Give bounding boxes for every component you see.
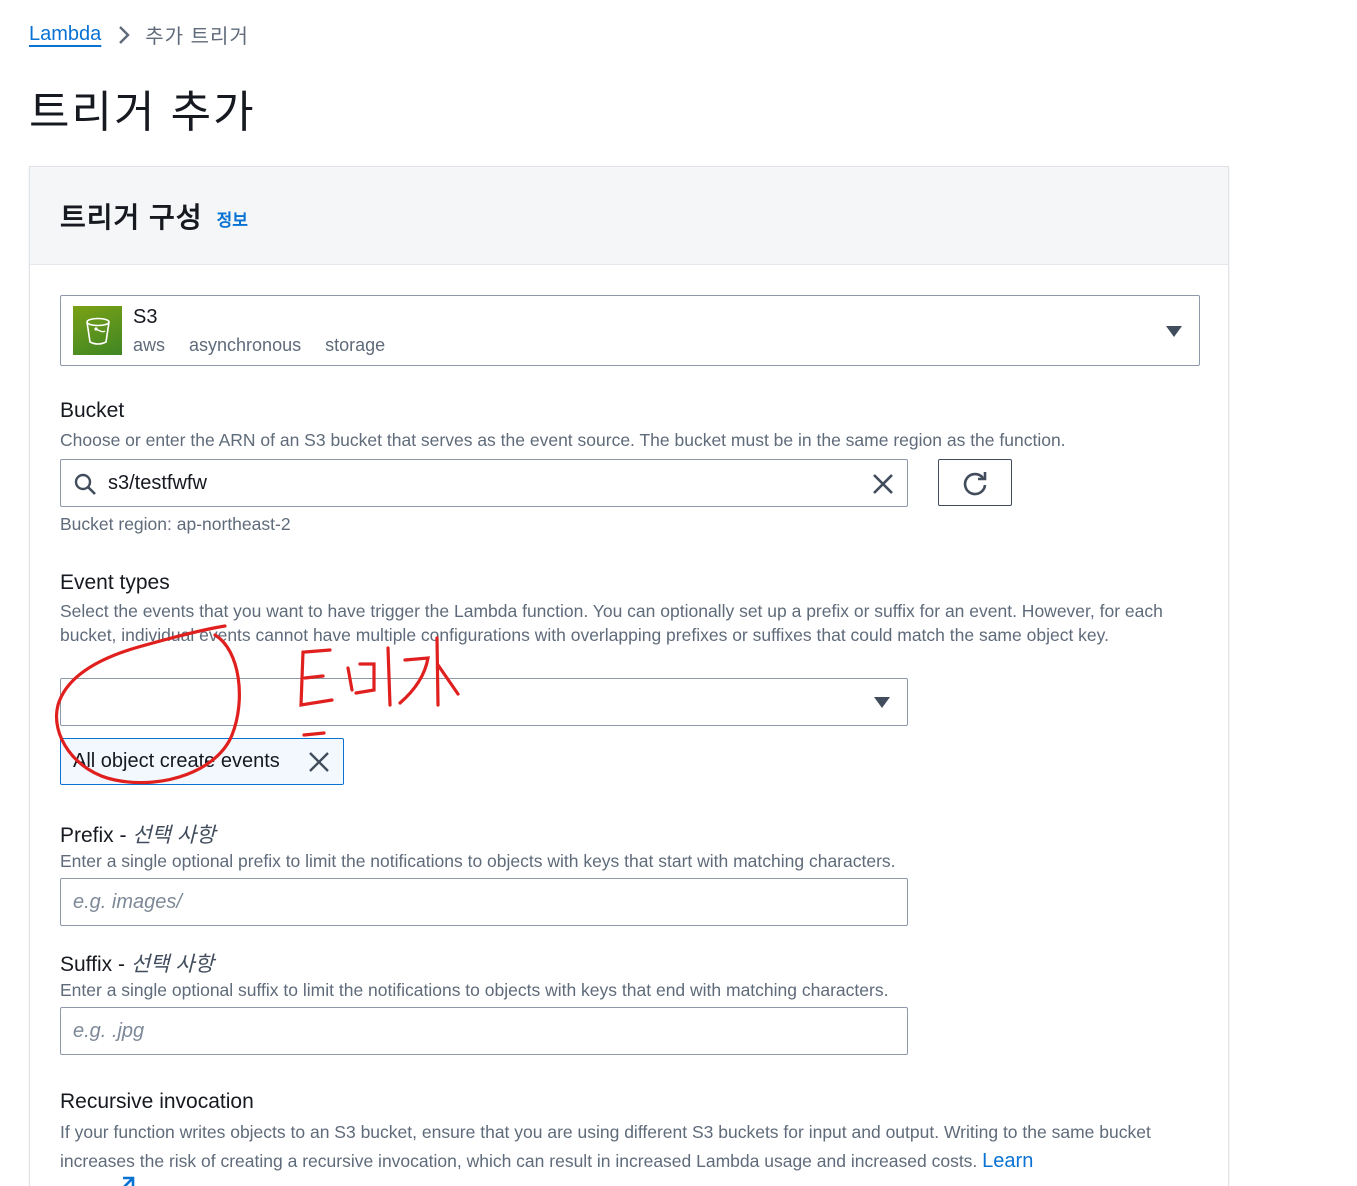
event-types-description: Select the events that you want to have … (60, 601, 1163, 645)
panel-header: 트리거 구성 정보 (30, 167, 1228, 265)
caret-down-icon (1166, 326, 1182, 337)
suffix-input[interactable] (61, 1008, 907, 1054)
suffix-field (60, 1007, 908, 1055)
close-icon[interactable] (871, 472, 895, 496)
bucket-region-text: Bucket region: ap-northeast-2 (60, 514, 291, 534)
refresh-button[interactable] (938, 459, 1012, 506)
info-link[interactable]: 정보 (217, 206, 248, 231)
prefix-input[interactable] (61, 879, 907, 925)
bucket-label: Bucket (60, 399, 125, 422)
prefix-field (60, 878, 908, 926)
optional-text: 선택 사항 (132, 824, 216, 847)
s3-bucket-icon (73, 306, 122, 355)
refresh-icon (963, 471, 987, 495)
breadcrumb-lambda-link[interactable]: Lambda (29, 23, 101, 46)
bucket-search-field (60, 459, 908, 507)
search-icon (74, 473, 96, 495)
remove-token-icon[interactable] (307, 750, 331, 774)
source-tag: asynchronous (189, 334, 302, 355)
event-types-select[interactable] (60, 678, 908, 726)
page-title: 트리거 추가 (29, 88, 256, 137)
breadcrumb-current: 추가 트리거 (145, 26, 249, 48)
bucket-input[interactable] (61, 460, 907, 506)
prefix-label-text: Prefix - (60, 824, 133, 847)
recursive-invocation-label: Recursive invocation (60, 1090, 254, 1113)
source-tags: aws asynchronous storage (133, 335, 409, 356)
recursive-invocation-description: If your function writes objects to an S3… (60, 1118, 1200, 1176)
source-tag: storage (325, 334, 386, 355)
trigger-configuration-panel: 트리거 구성 정보 S3 aws asynchronous storage Bu… (29, 166, 1229, 1186)
suffix-label: Suffix - 선택 사항 (60, 948, 214, 978)
event-type-token: All object create events (60, 738, 344, 785)
chevron-right-icon (117, 24, 131, 46)
trigger-source-select[interactable]: S3 aws asynchronous storage (60, 295, 1200, 366)
source-name: S3 (133, 305, 158, 328)
bucket-description: Choose or enter the ARN of an S3 bucket … (60, 430, 1066, 450)
suffix-label-text: Suffix - (60, 953, 131, 976)
panel-title: 트리거 구성 (60, 201, 203, 233)
breadcrumb: Lambda 추가 트리거 (29, 20, 249, 49)
prefix-label: Prefix - 선택 사항 (60, 819, 215, 849)
token-label: All object create events (73, 750, 280, 772)
suffix-description: Enter a single optional suffix to limit … (60, 980, 889, 1000)
external-link-icon[interactable] (115, 1174, 137, 1186)
optional-text: 선택 사항 (130, 953, 214, 976)
caret-down-icon (874, 697, 890, 708)
event-types-label: Event types (60, 571, 170, 594)
learn-more-link[interactable]: Learn (982, 1150, 1033, 1172)
prefix-description: Enter a single optional prefix to limit … (60, 851, 896, 871)
source-tag: aws (133, 334, 166, 355)
